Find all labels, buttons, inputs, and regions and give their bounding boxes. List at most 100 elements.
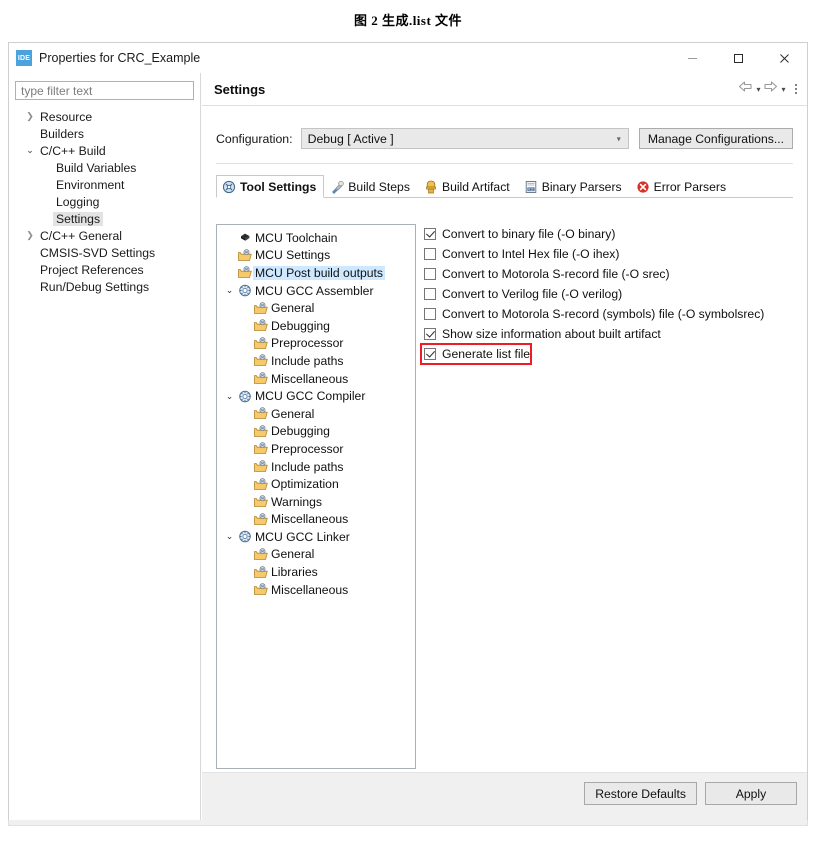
footer-buttons: Restore Defaults Apply <box>584 782 797 805</box>
chevron-right-icon[interactable]: ❯ <box>23 111 37 122</box>
sidebar-item-resource[interactable]: ❯ Resource <box>9 108 200 125</box>
checkbox-checked-icon[interactable] <box>424 228 436 240</box>
tool-tree-item[interactable]: MCU Toolchain <box>217 229 415 247</box>
tool-tree-item[interactable]: Preprocessor <box>217 335 415 353</box>
tab-label: Build Steps <box>348 180 410 194</box>
forward-dropdown-icon[interactable]: ▾ <box>781 85 785 94</box>
folder-icon <box>252 425 269 438</box>
tool-tree-item[interactable]: MCU Post build outputs <box>217 264 415 282</box>
folder-icon <box>252 337 269 350</box>
tool-tree-item-label: MCU Toolchain <box>255 230 338 245</box>
maximize-icon[interactable] <box>715 43 761 73</box>
tool-tree-item[interactable]: MCU Settings <box>217 247 415 265</box>
tool-tree-item-label: Include paths <box>271 459 344 474</box>
tool-tree-item[interactable]: Include paths <box>217 352 415 370</box>
sidebar-item-label: Builders <box>40 126 85 141</box>
chevron-down-icon[interactable]: ⌄ <box>223 285 236 296</box>
tool-tree-item[interactable]: Miscellaneous <box>217 581 415 599</box>
sidebar-item-c-c-build[interactable]: ⌄ C/C++ Build <box>9 142 200 159</box>
tool-tree-item[interactable]: General <box>217 299 415 317</box>
folder-icon <box>252 407 269 420</box>
tab-label: Error Parsers <box>653 180 727 194</box>
apply-button[interactable]: Apply <box>705 782 797 805</box>
option-row[interactable]: Convert to Motorola S-record (symbols) f… <box>424 304 799 324</box>
sidebar-item-run-debug-settings[interactable]: Run/Debug Settings <box>9 278 200 295</box>
chevron-down-icon[interactable]: ⌄ <box>223 391 236 402</box>
option-label: Show size information about built artifa… <box>442 327 661 341</box>
tab-error-parsers[interactable]: Error Parsers <box>630 176 734 197</box>
close-icon[interactable] <box>761 43 807 73</box>
sidebar-item-build-variables[interactable]: Build Variables <box>9 159 200 176</box>
checkbox-checked-icon[interactable] <box>424 328 436 340</box>
sidebar-item-project-references[interactable]: Project References <box>9 261 200 278</box>
tool-tree-item[interactable]: Warnings <box>217 493 415 511</box>
configuration-row: Configuration: Debug [ Active ] ▾ Manage… <box>216 128 793 149</box>
tool-tree-item[interactable]: ⌄ MCU GCC Assembler <box>217 282 415 300</box>
option-label: Convert to Motorola S-record file (-O sr… <box>442 267 670 281</box>
sidebar-item-label: Settings <box>53 211 104 226</box>
chevron-down-icon[interactable]: ⌄ <box>223 531 236 542</box>
dialog-titlebar: IDE Properties for CRC_Example <box>9 43 807 73</box>
filter-input[interactable]: type filter text <box>15 81 194 100</box>
figure-caption: 图 2 生成.list 文件 <box>353 13 463 28</box>
tool-tree-item-label: MCU Post build outputs <box>253 265 386 280</box>
tool-tree-item-label: Optimization <box>271 477 339 492</box>
option-row[interactable]: Convert to binary file (-O binary) <box>424 224 799 244</box>
tool-tree-item-label: Warnings <box>271 494 323 509</box>
tool-tree-item[interactable]: Preprocessor <box>217 440 415 458</box>
forward-arrow-icon[interactable] <box>763 80 778 98</box>
chevron-down-icon[interactable]: ⌄ <box>23 145 37 156</box>
tool-tree-item[interactable]: Debugging <box>217 423 415 441</box>
minimize-icon[interactable] <box>669 43 715 73</box>
tool-tree-item[interactable]: Include paths <box>217 458 415 476</box>
tool-tree-item-label: Include paths <box>271 353 344 368</box>
sidebar-item-environment[interactable]: Environment <box>9 176 200 193</box>
checkbox-unchecked-icon[interactable] <box>424 268 436 280</box>
tool-tree-item-label: MCU GCC Compiler <box>255 389 366 404</box>
binary-parsers-icon: 011 <box>524 180 538 194</box>
configuration-select[interactable]: Debug [ Active ] ▾ <box>300 128 629 149</box>
tab-binary-parsers[interactable]: 011 Binary Parsers <box>518 176 630 197</box>
dialog-footer: Restore Defaults Apply <box>202 772 807 825</box>
tool-tree-item[interactable]: Miscellaneous <box>217 511 415 529</box>
back-dropdown-icon[interactable]: ▾ <box>756 85 760 94</box>
tab-tool-settings[interactable]: Tool Settings <box>216 175 325 198</box>
folder-icon <box>252 301 269 315</box>
folder-icon <box>252 477 269 491</box>
sidebar-item-builders[interactable]: Builders <box>9 125 200 142</box>
screenshot-root: 图 2 生成.list 文件 IDE Properties for CRC_Ex… <box>0 0 816 842</box>
tool-tree-item[interactable]: Miscellaneous <box>217 370 415 388</box>
tool-tree-item[interactable]: Debugging <box>217 317 415 335</box>
restore-defaults-button[interactable]: Restore Defaults <box>584 782 697 805</box>
option-row[interactable]: Convert to Motorola S-record file (-O sr… <box>424 264 799 284</box>
folder-icon <box>252 495 269 508</box>
option-row[interactable]: Generate list file <box>424 344 799 364</box>
back-arrow-icon[interactable] <box>738 80 753 98</box>
checkbox-checked-icon[interactable] <box>424 348 436 360</box>
tool-tree-item[interactable]: General <box>217 546 415 564</box>
sidebar-item-settings[interactable]: Settings <box>9 210 200 227</box>
folder-icon <box>252 460 269 473</box>
tool-tree-item[interactable]: Libraries <box>217 563 415 581</box>
checkbox-unchecked-icon[interactable] <box>424 308 436 320</box>
tab-build-steps[interactable]: Build Steps <box>324 176 418 197</box>
tool-tree-item[interactable]: ⌄ MCU GCC Compiler <box>217 387 415 405</box>
option-row[interactable]: Convert to Intel Hex file (-O ihex) <box>424 244 799 264</box>
tool-tree-item[interactable]: General <box>217 405 415 423</box>
ide-icon: IDE <box>16 50 32 66</box>
tool-tree-item[interactable]: Optimization <box>217 475 415 493</box>
manage-configurations-button[interactable]: Manage Configurations... <box>638 128 793 149</box>
option-row[interactable]: Convert to Verilog file (-O verilog) <box>424 284 799 304</box>
chevron-right-icon[interactable]: ❯ <box>23 230 37 241</box>
sidebar-item-cmsis-svd-settings[interactable]: CMSIS-SVD Settings <box>9 244 200 261</box>
view-menu-icon[interactable] <box>794 83 797 95</box>
tool-tree-item[interactable]: ⌄ MCU GCC Linker <box>217 528 415 546</box>
checkbox-unchecked-icon[interactable] <box>424 248 436 260</box>
option-row[interactable]: Show size information about built artifa… <box>424 324 799 344</box>
option-label: Convert to Motorola S-record (symbols) f… <box>442 307 765 321</box>
tab-build-artifact[interactable]: Build Artifact <box>418 176 518 197</box>
folder-icon <box>236 249 253 262</box>
checkbox-unchecked-icon[interactable] <box>424 288 436 300</box>
sidebar-item-logging[interactable]: Logging <box>9 193 200 210</box>
sidebar-item-c-c-general[interactable]: ❯ C/C++ General <box>9 227 200 244</box>
